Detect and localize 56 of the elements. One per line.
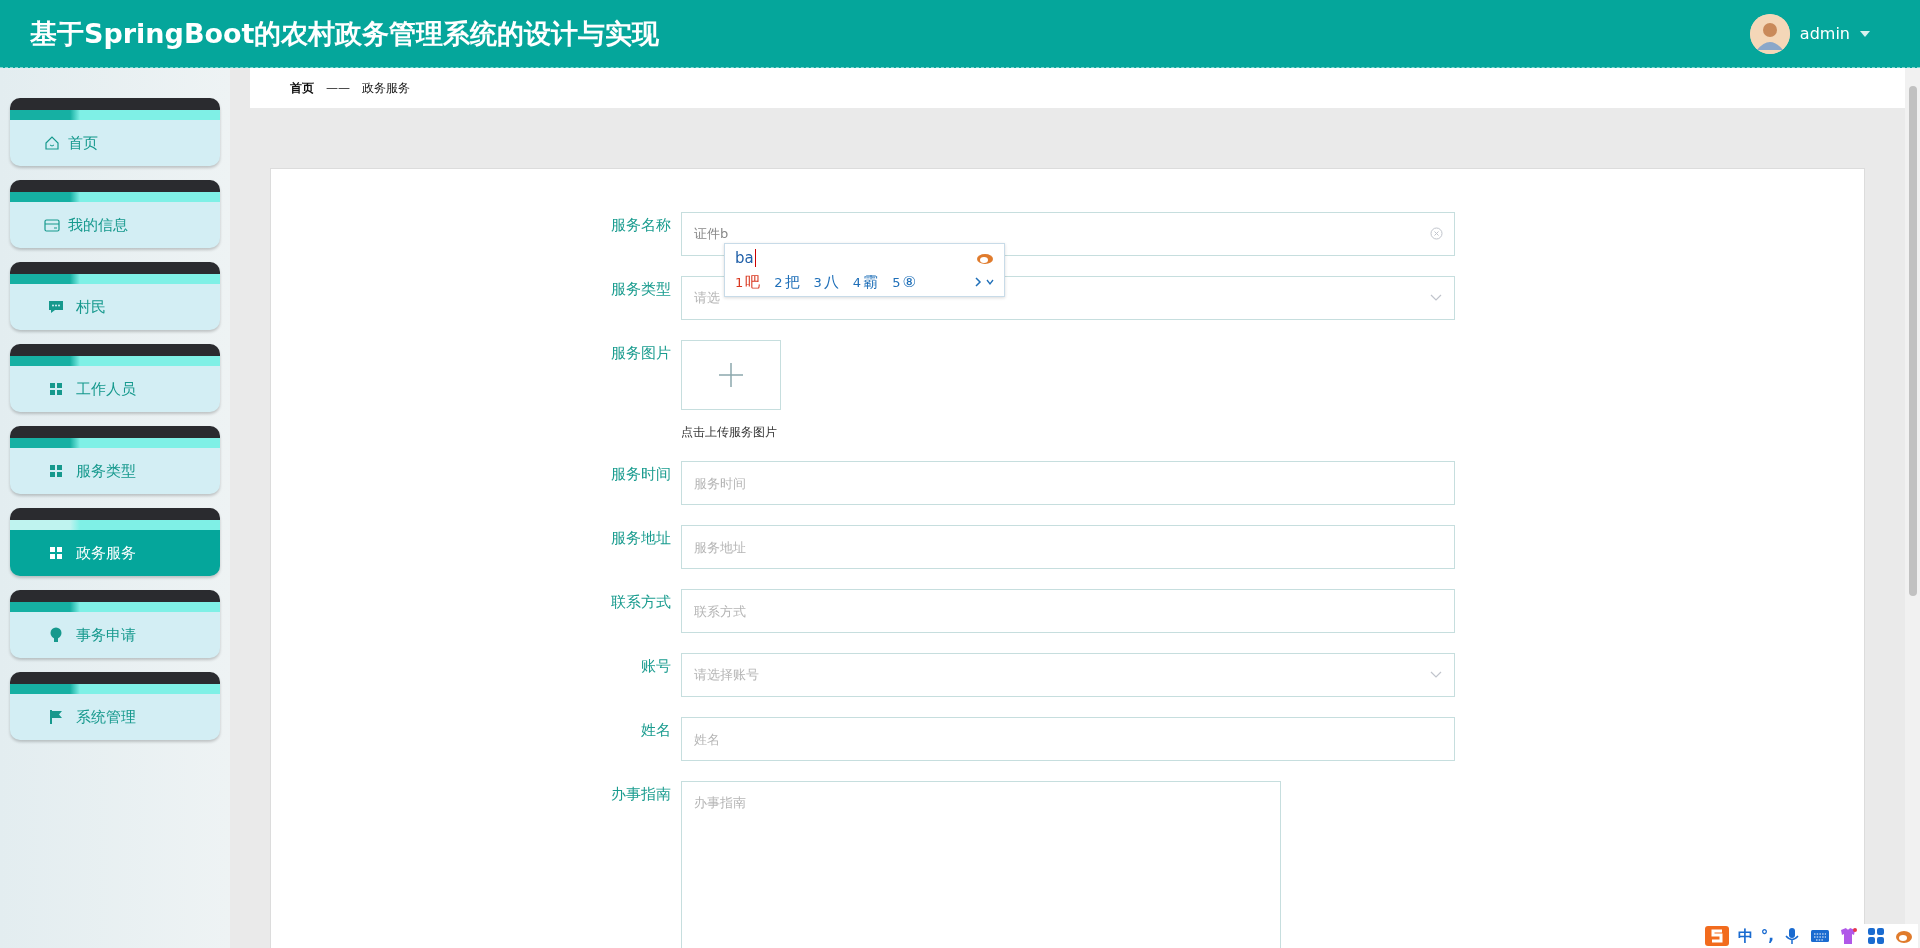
expand-icon[interactable] — [986, 277, 994, 287]
sidebar-item[interactable]: 首页 — [10, 98, 220, 166]
plus-icon — [717, 361, 745, 389]
user-name[interactable]: admin — [1799, 24, 1850, 43]
field-label: 账号 — [640, 656, 672, 677]
chevron-down-icon[interactable] — [1430, 294, 1442, 302]
sidebar-item[interactable]: 村民 — [10, 262, 220, 330]
text-area[interactable]: 办事指南 — [681, 781, 1281, 948]
chevron-down-icon[interactable] — [1430, 671, 1442, 679]
sidebar-item[interactable]: 我的信息 — [10, 180, 220, 248]
select-field[interactable]: 请选择账号 — [681, 653, 1455, 697]
scrollbar-thumb[interactable] — [1908, 86, 1917, 596]
field-label: 办事指南 — [610, 784, 672, 805]
field-label: 姓名 — [640, 720, 672, 741]
sidebar-item[interactable]: 事务申请 — [10, 590, 220, 658]
ime-candidate[interactable]: 5 ⑧ — [892, 273, 916, 291]
sidebar-item[interactable]: 政务服务 — [10, 508, 220, 576]
chat-icon — [48, 299, 64, 315]
caret-icon[interactable] — [1860, 30, 1870, 37]
breadcrumb-separator: —— — [326, 81, 350, 95]
card-icon — [44, 217, 60, 233]
breadcrumb-link[interactable]: 政务服务 — [362, 79, 410, 97]
field-label: 服务时间 — [610, 464, 672, 485]
microphone-icon[interactable] — [1782, 927, 1802, 945]
scrollbar[interactable] — [1905, 68, 1920, 948]
sidebar-item[interactable]: 系统管理 — [10, 672, 220, 740]
grid-icon — [48, 463, 64, 479]
field-label: 服务类型 — [610, 279, 672, 300]
field-label: 服务地址 — [610, 528, 672, 549]
upload-hint: 点击上传服务图片 — [681, 424, 778, 441]
avatar-icon[interactable] — [1749, 13, 1790, 54]
grid-icon — [48, 545, 64, 561]
shirt-icon[interactable] — [1838, 927, 1858, 945]
sidebar-item[interactable]: 工作人员 — [10, 344, 220, 412]
field-label: 联系方式 — [610, 592, 672, 613]
input-field[interactable]: 服务地址 — [681, 525, 1455, 569]
input-field[interactable]: 联系方式 — [681, 589, 1455, 633]
grid-icon — [48, 381, 64, 397]
ime-composition: ba — [735, 249, 756, 267]
flag-icon — [48, 709, 64, 725]
home-icon — [44, 135, 60, 151]
field-label: 服务图片 — [610, 343, 672, 364]
ime-logo-icon[interactable] — [1703, 925, 1730, 947]
breadcrumb-link[interactable]: 首页 — [290, 79, 314, 97]
input-field[interactable]: 姓名 — [681, 717, 1455, 761]
input-field[interactable]: 服务时间 — [681, 461, 1455, 505]
next-page-icon[interactable] — [974, 277, 982, 287]
input-mode-toggle[interactable]: 中 — [1737, 926, 1753, 946]
app-title: 基于SpringBoot的农村政务管理系统的设计与实现 — [30, 16, 660, 51]
apps-icon[interactable] — [1866, 927, 1886, 945]
keyboard-icon[interactable] — [1810, 927, 1830, 945]
sidebar-item[interactable]: 服务类型 — [10, 426, 220, 494]
clear-icon[interactable] — [1430, 227, 1443, 240]
bulb-icon — [48, 627, 64, 643]
punctuation-toggle[interactable]: °, — [1760, 927, 1774, 945]
field-label: 服务名称 — [610, 215, 672, 236]
